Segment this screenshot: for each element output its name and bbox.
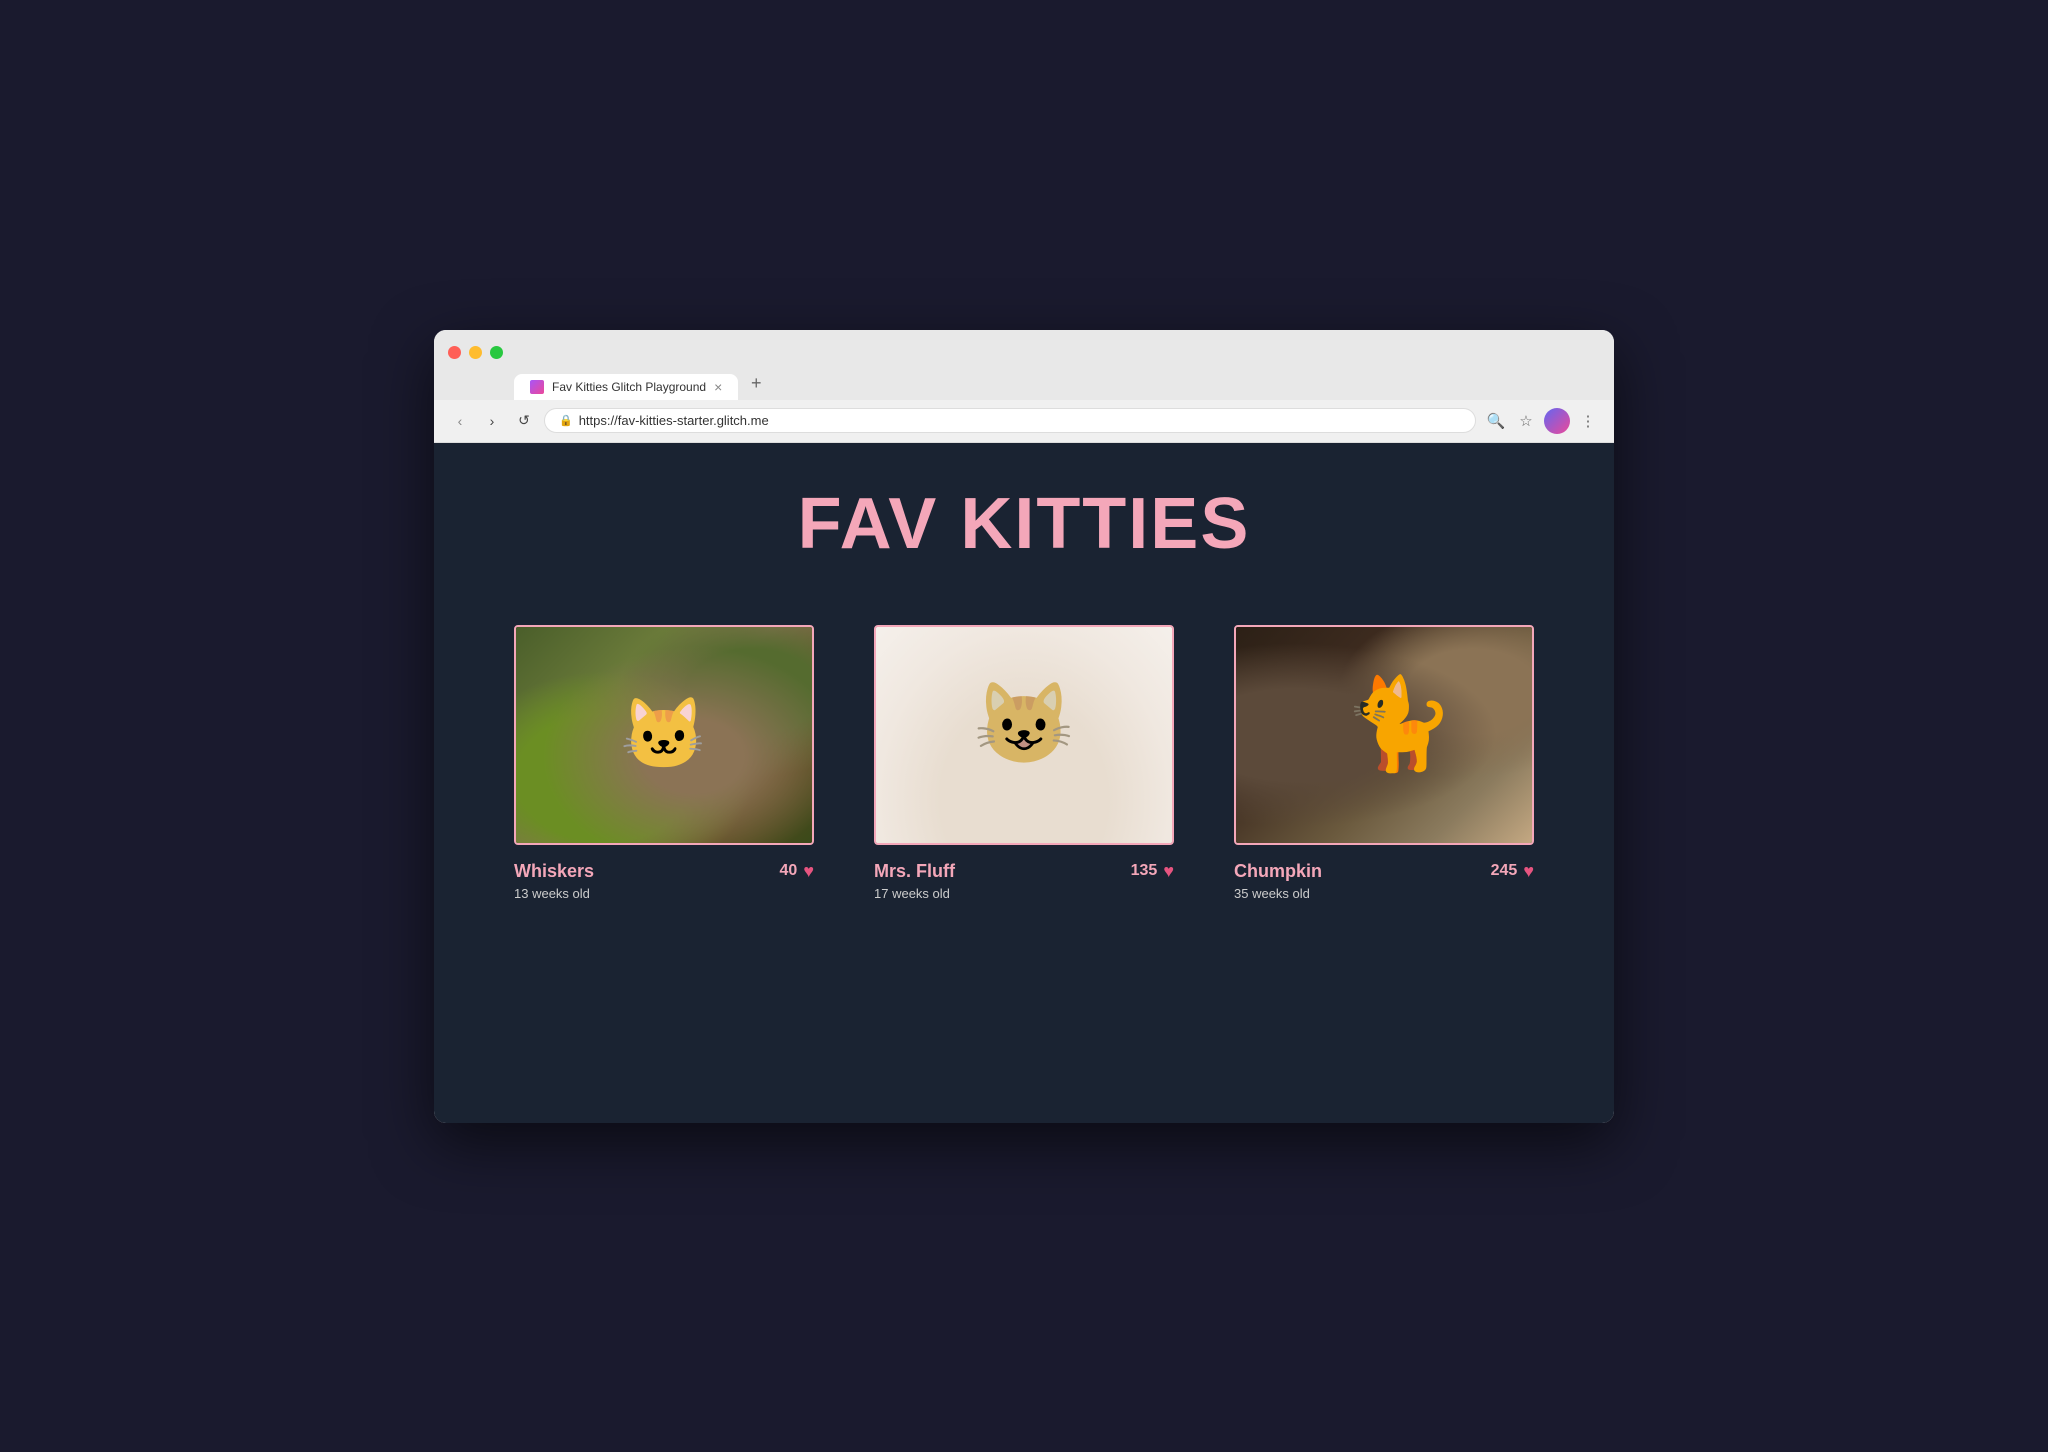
likes-count: 135 xyxy=(1131,862,1158,880)
toolbar-right: 🔍 ☆ ⋮ xyxy=(1484,408,1600,434)
kitty-age: 13 weeks old xyxy=(514,886,594,901)
heart-icon: ♥ xyxy=(1163,861,1174,882)
profile-avatar[interactable] xyxy=(1544,408,1570,434)
kitty-image xyxy=(516,627,812,843)
tabs-row: Fav Kitties Glitch Playground × + xyxy=(434,370,1614,400)
page-content: FAV KITTIES Whiskers 13 weeks old 40 ♥ xyxy=(434,443,1614,1123)
address-input[interactable]: 🔒 https://fav-kitties-starter.glitch.me xyxy=(544,408,1476,433)
minimize-window-button[interactable] xyxy=(469,346,482,359)
kitty-image-wrapper xyxy=(1234,625,1534,845)
maximize-window-button[interactable] xyxy=(490,346,503,359)
new-tab-button[interactable]: + xyxy=(742,370,770,398)
kitty-likes[interactable]: 135 ♥ xyxy=(1131,861,1174,882)
kitty-likes[interactable]: 40 ♥ xyxy=(780,861,814,882)
kitty-age: 17 weeks old xyxy=(874,886,955,901)
title-bar: Fav Kitties Glitch Playground × + xyxy=(434,330,1614,400)
tab-title: Fav Kitties Glitch Playground xyxy=(552,380,706,394)
heart-icon: ♥ xyxy=(1523,861,1534,882)
kitty-name: Whiskers xyxy=(514,861,594,882)
browser-window: Fav Kitties Glitch Playground × + ‹ › ↺ … xyxy=(434,330,1614,1123)
kitty-info: Mrs. Fluff 17 weeks old 135 ♥ xyxy=(874,861,1174,901)
kitty-name-age: Mrs. Fluff 17 weeks old xyxy=(874,861,955,901)
traffic-lights-row xyxy=(434,330,1614,366)
kitties-grid: Whiskers 13 weeks old 40 ♥ Mrs. Fluff 17… xyxy=(514,625,1534,901)
kitty-name: Mrs. Fluff xyxy=(874,861,955,882)
page-title: FAV KITTIES xyxy=(798,483,1251,565)
lock-icon: 🔒 xyxy=(559,414,573,427)
browser-tab[interactable]: Fav Kitties Glitch Playground × xyxy=(514,374,738,400)
kitty-card: Mrs. Fluff 17 weeks old 135 ♥ xyxy=(874,625,1174,901)
url-text: https://fav-kitties-starter.glitch.me xyxy=(579,413,769,428)
close-window-button[interactable] xyxy=(448,346,461,359)
heart-icon: ♥ xyxy=(803,861,814,882)
tab-close-button[interactable]: × xyxy=(714,380,722,394)
address-bar: ‹ › ↺ 🔒 https://fav-kitties-starter.glit… xyxy=(434,400,1614,443)
forward-button[interactable]: › xyxy=(480,409,504,433)
refresh-button[interactable]: ↺ xyxy=(512,409,536,433)
kitty-image-wrapper xyxy=(514,625,814,845)
kitty-info: Chumpkin 35 weeks old 245 ♥ xyxy=(1234,861,1534,901)
back-button[interactable]: ‹ xyxy=(448,409,472,433)
kitty-likes[interactable]: 245 ♥ xyxy=(1491,861,1534,882)
kitty-age: 35 weeks old xyxy=(1234,886,1322,901)
likes-count: 40 xyxy=(780,862,798,880)
search-icon[interactable]: 🔍 xyxy=(1484,409,1508,433)
kitty-image xyxy=(1236,627,1532,843)
tab-favicon-icon xyxy=(530,380,544,394)
kitty-card: Chumpkin 35 weeks old 245 ♥ xyxy=(1234,625,1534,901)
kitty-image xyxy=(876,627,1172,843)
bookmark-icon[interactable]: ☆ xyxy=(1514,409,1538,433)
kitty-name: Chumpkin xyxy=(1234,861,1322,882)
kitty-card: Whiskers 13 weeks old 40 ♥ xyxy=(514,625,814,901)
kitty-image-wrapper xyxy=(874,625,1174,845)
kitty-name-age: Whiskers 13 weeks old xyxy=(514,861,594,901)
likes-count: 245 xyxy=(1491,862,1518,880)
menu-icon[interactable]: ⋮ xyxy=(1576,409,1600,433)
kitty-info: Whiskers 13 weeks old 40 ♥ xyxy=(514,861,814,901)
kitty-name-age: Chumpkin 35 weeks old xyxy=(1234,861,1322,901)
